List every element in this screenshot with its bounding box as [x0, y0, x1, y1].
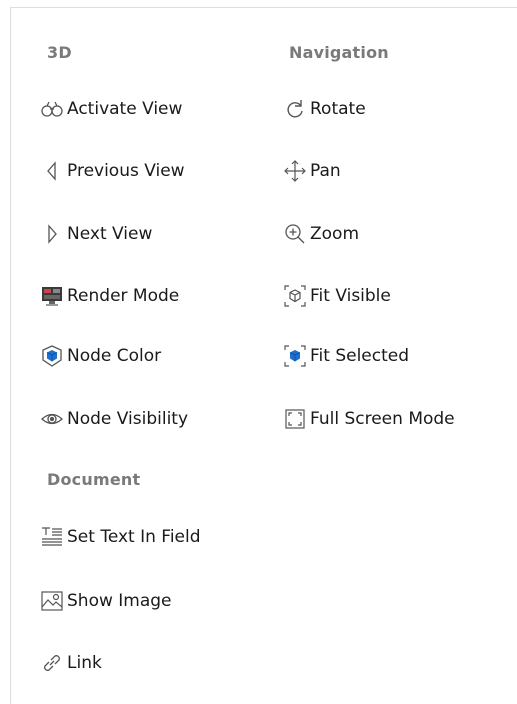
link-icon [40, 651, 64, 675]
fit-visible-item[interactable]: Fit Visible [283, 282, 391, 310]
image-icon [40, 589, 64, 613]
rotate-label: Rotate [310, 99, 366, 119]
render-mode-item[interactable]: Render Mode [40, 282, 179, 310]
rotate-icon [283, 97, 307, 121]
fit-visible-icon [283, 284, 307, 308]
zoom-item[interactable]: Zoom [283, 220, 359, 248]
full-screen-mode-item[interactable]: Full Screen Mode [283, 405, 455, 433]
pan-item[interactable]: Pan [283, 157, 341, 185]
fit-visible-label: Fit Visible [310, 286, 391, 306]
node-color-label: Node Color [67, 346, 162, 366]
triangle-right-icon [40, 222, 64, 246]
link-item[interactable]: Link [40, 649, 102, 677]
activate-view-label: Activate View [67, 99, 183, 119]
section-heading-3d: 3D [47, 43, 72, 62]
binoculars-icon [40, 97, 64, 121]
section-heading-document: Document [47, 470, 141, 489]
pan-label: Pan [310, 161, 341, 181]
fit-selected-icon [283, 344, 307, 368]
full-screen-mode-label: Full Screen Mode [310, 409, 455, 429]
previous-view-label: Previous View [67, 161, 185, 181]
text-field-icon [40, 525, 64, 549]
fit-selected-item[interactable]: Fit Selected [283, 342, 409, 370]
zoom-label: Zoom [310, 224, 360, 244]
node-color-item[interactable]: Node Color [40, 342, 161, 370]
activate-view-item[interactable]: Activate View [40, 95, 182, 123]
zoom-icon [283, 222, 307, 246]
previous-view-item[interactable]: Previous View [40, 157, 185, 185]
eye-icon [40, 407, 64, 431]
next-view-item[interactable]: Next View [40, 220, 152, 248]
node-visibility-label: Node Visibility [67, 409, 189, 429]
set-text-in-field-label: Set Text In Field [67, 527, 201, 547]
fit-selected-label: Fit Selected [310, 346, 410, 366]
triangle-left-icon [40, 159, 64, 183]
full-screen-icon [283, 407, 307, 431]
cube-shield-icon [40, 344, 64, 368]
pan-arrows-icon [283, 159, 307, 183]
monitor-icon [40, 284, 64, 308]
rotate-item[interactable]: Rotate [283, 95, 366, 123]
section-heading-navigation: Navigation [289, 43, 389, 62]
node-visibility-item[interactable]: Node Visibility [40, 405, 188, 433]
next-view-label: Next View [67, 224, 153, 244]
show-image-item[interactable]: Show Image [40, 587, 172, 615]
render-mode-label: Render Mode [67, 286, 180, 306]
set-text-in-field-item[interactable]: Set Text In Field [40, 523, 201, 551]
show-image-label: Show Image [67, 591, 172, 611]
link-label: Link [67, 653, 102, 673]
